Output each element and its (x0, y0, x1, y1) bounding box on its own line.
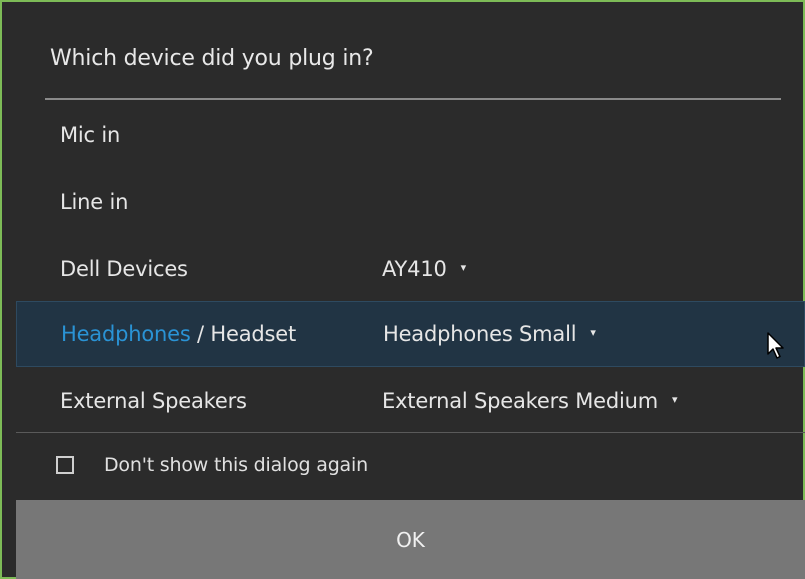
dropdown-value: AY410 (382, 257, 447, 281)
section-divider (16, 432, 805, 433)
dont-show-again-option[interactable]: Don't show this dialog again (56, 451, 368, 479)
caret-down-icon: ▾ (590, 325, 596, 339)
row-label: Line in (60, 190, 129, 214)
dialog-title: Which device did you plug in? (50, 46, 374, 71)
row-mic-in[interactable]: Mic in (16, 102, 805, 168)
title-divider (45, 98, 781, 100)
headphones-label-accent: Headphones (61, 322, 191, 346)
caret-down-icon: ▾ (672, 392, 678, 406)
row-headphones-headset[interactable]: Headphones / Headset Headphones Small ▾ (16, 301, 805, 367)
dialog-footer: OK (16, 500, 805, 579)
ok-button[interactable]: OK (16, 500, 805, 579)
external-speakers-dropdown[interactable]: External Speakers Medium ▾ (382, 389, 678, 413)
row-label: Dell Devices (60, 257, 188, 281)
row-line-in[interactable]: Line in (16, 169, 805, 235)
device-dialog: Which device did you plug in? Mic in Lin… (0, 0, 805, 579)
dell-devices-dropdown[interactable]: AY410 ▾ (382, 257, 466, 281)
row-label: Headphones / Headset (61, 322, 296, 346)
row-label: External Speakers (60, 389, 247, 413)
row-label: Mic in (60, 123, 121, 147)
dropdown-value: Headphones Small (383, 322, 577, 346)
headset-label: / Headset (190, 322, 297, 346)
caret-down-icon: ▾ (460, 260, 467, 274)
checkbox-label: Don't show this dialog again (104, 454, 368, 476)
row-external-speakers[interactable]: External Speakers External Speakers Medi… (16, 368, 805, 434)
dropdown-value: External Speakers Medium (382, 389, 659, 413)
checkbox-unchecked-icon[interactable] (56, 456, 74, 474)
row-dell-devices[interactable]: Dell Devices AY410 ▾ (16, 236, 805, 302)
headphones-dropdown[interactable]: Headphones Small ▾ (383, 322, 596, 346)
mouse-pointer-icon (767, 332, 784, 359)
